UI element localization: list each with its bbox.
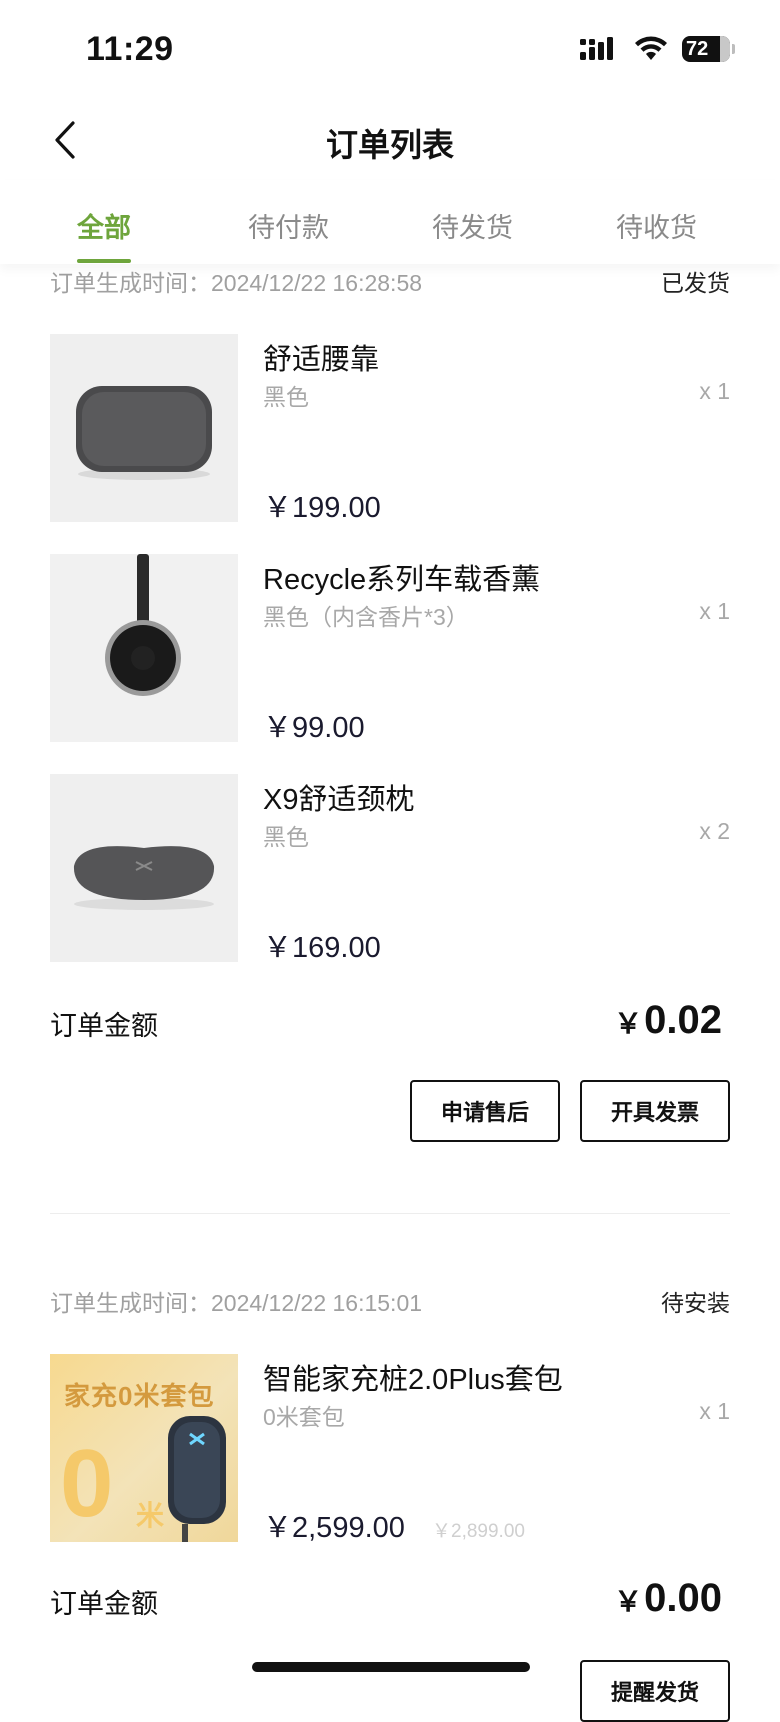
product-price: ￥199.00 <box>263 492 381 524</box>
home-indicator <box>252 1662 530 1672</box>
tab-label: 待付款 <box>248 213 329 243</box>
tab-pending-receipt[interactable]: 待收货 <box>616 206 697 245</box>
order-card[interactable]: 订单生成时间：2024/12/22 16:15:01 待安装 家充0米套包 0 … <box>50 1284 730 1722</box>
product-name: Recycle系列车载香薰 <box>263 564 541 596</box>
order-item[interactable]: X9舒适颈枕 黑色 x 2 ￥169.00 <box>50 774 730 964</box>
product-quantity: x 1 <box>699 1398 730 1424</box>
remind-shipment-button[interactable]: 提醒发货 <box>580 1660 730 1722</box>
tab-all[interactable]: 全部 <box>77 206 131 263</box>
product-price: ￥169.00 <box>263 932 381 964</box>
status-icons: 72 <box>580 36 735 62</box>
after-sales-button[interactable]: 申请售后 <box>410 1080 560 1142</box>
order-status-tabs: 全部 待付款 待发货 待收货 <box>0 180 780 264</box>
order-item[interactable]: 舒适腰靠 黑色 x 1 ￥199.00 <box>50 334 730 524</box>
order-total-label: 订单金额 <box>50 1589 158 1619</box>
order-item[interactable]: 家充0米套包 0 米 智能家充桩2.0Plus套包 0米套包 x 1 ￥2,59… <box>50 1354 730 1544</box>
product-name: 智能家充桩2.0Plus套包 <box>263 1364 563 1396</box>
order-item[interactable]: Recycle系列车载香薰 黑色（内含香片*3） x 1 ￥99.00 <box>50 554 730 744</box>
order-created-time: 订单生成时间：2024/12/22 16:28:58 <box>50 270 423 296</box>
product-image-lumbar-pillow <box>50 334 238 522</box>
tab-label: 待发货 <box>432 213 513 243</box>
product-price: ￥99.00 <box>263 712 365 744</box>
issue-invoice-button[interactable]: 开具发票 <box>580 1080 730 1142</box>
order-status: 已发货 <box>661 270 730 296</box>
product-spec: 黑色（内含香片*3） <box>263 604 469 630</box>
tab-pending-shipment[interactable]: 待发货 <box>432 206 513 245</box>
page-title: 订单列表 <box>325 127 454 163</box>
order-created-time: 订单生成时间：2024/12/22 16:15:01 <box>50 1290 423 1316</box>
battery-level: 72 <box>686 37 709 60</box>
product-name: 舒适腰靠 <box>263 344 380 376</box>
product-quantity: x 1 <box>699 598 730 624</box>
product-quantity: x 2 <box>699 818 730 844</box>
order-total-label: 订单金额 <box>50 1011 158 1041</box>
order-total: 订单金额 ￥0.02 <box>50 998 730 1048</box>
status-bar: 11:29 72 <box>0 0 780 100</box>
order-status: 待安装 <box>661 1290 730 1316</box>
product-name: X9舒适颈枕 <box>263 784 415 816</box>
product-spec: 黑色 <box>263 824 309 850</box>
status-time: 11:29 <box>86 30 174 68</box>
tab-label: 待收货 <box>616 213 697 243</box>
order-meta: 订单生成时间：2024/12/22 16:15:01 待安装 <box>50 1284 730 1324</box>
order-divider <box>50 1213 730 1214</box>
product-price: ￥2,599.00 <box>263 1512 405 1544</box>
tab-label: 全部 <box>77 213 131 243</box>
product-image-neck-pillow <box>50 774 238 962</box>
product-image-home-charger: 家充0米套包 0 米 <box>50 1354 238 1542</box>
battery-icon: 72 <box>682 36 735 62</box>
order-card[interactable]: 订单生成时间：2024/12/22 16:28:58 已发货 舒适腰靠 黑色 x… <box>50 264 730 1142</box>
order-total-amount: ￥0.00 <box>614 1576 722 1620</box>
product-quantity: x 1 <box>699 378 730 404</box>
product-spec: 黑色 <box>263 384 309 410</box>
order-meta: 订单生成时间：2024/12/22 16:28:58 已发货 <box>50 264 730 304</box>
active-tab-indicator <box>77 259 131 263</box>
product-original-price: ￥2,899.00 <box>432 1521 525 1542</box>
product-image-car-diffuser <box>50 554 238 742</box>
wifi-icon <box>635 36 667 60</box>
order-total-amount: ￥0.02 <box>614 998 722 1042</box>
product-spec: 0米套包 <box>263 1404 345 1430</box>
order-total: 订单金额 ￥0.00 <box>50 1576 730 1626</box>
cellular-signal-icon <box>580 37 613 60</box>
navigation-bar: 订单列表 <box>0 100 780 180</box>
tab-pending-payment[interactable]: 待付款 <box>248 206 329 245</box>
